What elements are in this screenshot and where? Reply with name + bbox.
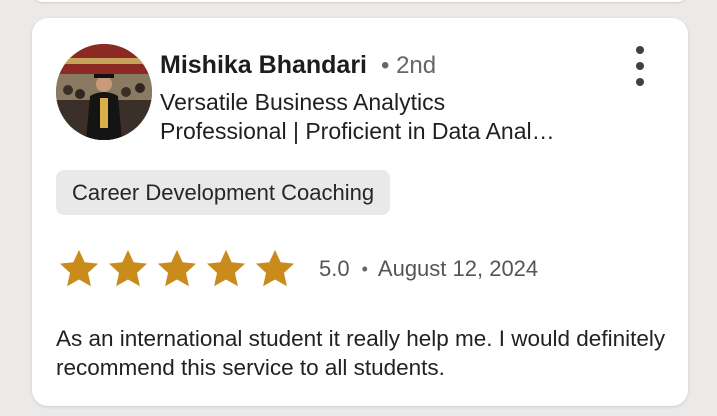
- headline-line-2: Professional | Proficient in Data Anal…: [160, 118, 555, 144]
- headline-line-1: Versatile Business Analytics: [160, 89, 446, 115]
- review-date: August 12, 2024: [377, 256, 539, 281]
- menu-dot: [636, 62, 644, 70]
- star-icon: [108, 249, 148, 287]
- connection-degree: • 2nd: [381, 52, 437, 79]
- reviewer-name[interactable]: Mishika Bhandari: [160, 51, 367, 80]
- star-icon: [59, 249, 99, 287]
- star-icon: [157, 249, 197, 287]
- star-icon: [206, 249, 246, 287]
- review-card: Mishika Bhandari • 2nd Versatile Busines…: [32, 18, 688, 406]
- rating-row: 5.0 • August 12, 2024: [56, 247, 538, 291]
- star-rating: [56, 247, 301, 291]
- star-icon: [255, 249, 295, 287]
- review-text: As an international student it really he…: [56, 326, 666, 380]
- menu-dot: [636, 46, 644, 54]
- rating-value: 5.0: [319, 256, 350, 281]
- more-vertical-icon[interactable]: [624, 42, 656, 90]
- reviewer-name-row: Mishika Bhandari • 2nd: [160, 51, 436, 80]
- reviewer-avatar[interactable]: [56, 44, 152, 140]
- separator-dot: •: [361, 258, 368, 279]
- menu-dot: [636, 78, 644, 86]
- service-chip: Career Development Coaching: [56, 170, 391, 215]
- previous-review-card: [32, 0, 688, 2]
- reviewer-headline: Versatile Business Analytics Professiona…: [160, 88, 600, 146]
